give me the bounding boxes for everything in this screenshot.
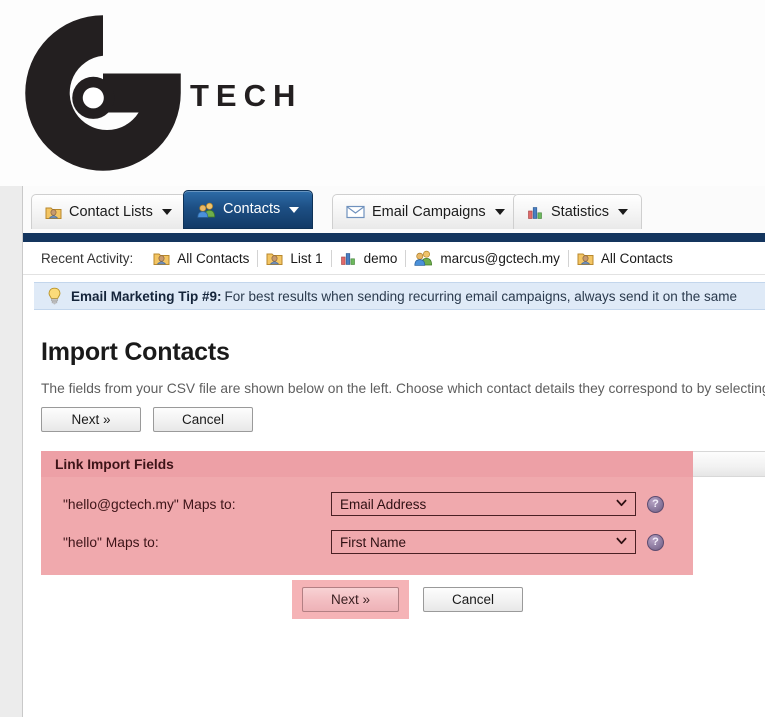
tip-heading: Email Marketing Tip #9:	[71, 288, 222, 304]
recent-item-label: All Contacts	[600, 250, 673, 266]
select-value: First Name	[340, 534, 407, 550]
panel-body: "hello@gctech.my" Maps to: Email Address…	[41, 477, 693, 575]
recent-item-all-contacts-1[interactable]: All Contacts	[153, 251, 257, 266]
tab-statistics[interactable]: Statistics	[513, 194, 643, 229]
contact-list-icon	[45, 207, 62, 219]
chevron-down-icon	[161, 209, 172, 215]
recent-activity-label: Recent Activity:	[41, 250, 134, 266]
link-import-fields-panel: Link Import Fields "hello@gctech.my" Map…	[41, 451, 693, 575]
envelope-icon	[346, 205, 365, 219]
cancel-button-top[interactable]: Cancel	[153, 407, 253, 432]
chevron-down-icon	[616, 537, 627, 545]
left-gutter	[0, 186, 22, 717]
recent-item-list-1[interactable]: List 1	[266, 251, 330, 266]
chevron-down-icon	[289, 206, 300, 213]
tab-bar-accent-band	[23, 233, 765, 242]
recent-item-label: demo	[363, 250, 398, 266]
contact-list-icon	[153, 253, 170, 265]
field-label: "hello" Maps to:	[63, 534, 159, 550]
field-label: "hello@gctech.my" Maps to:	[63, 496, 236, 512]
tab-label: Statistics	[551, 203, 610, 220]
tab-email-campaigns[interactable]: Email Campaigns	[332, 194, 519, 229]
contact-list-icon	[577, 253, 594, 265]
chevron-down-icon	[616, 499, 627, 507]
divider	[257, 249, 259, 267]
help-question-icon[interactable]: ?	[647, 533, 664, 551]
next-button-highlight: Next »	[292, 580, 409, 619]
app-window: TECH Contact Lists Contacts Email Campai…	[0, 0, 765, 717]
divider	[330, 249, 332, 267]
tab-label: Contacts	[223, 201, 281, 218]
tab-label: Contact Lists	[69, 203, 153, 220]
next-button-top[interactable]: Next »	[41, 407, 141, 432]
app-content-frame: Contact Lists Contacts Email Campaigns S…	[22, 186, 765, 717]
map-to-select-firstname[interactable]: First Name	[331, 530, 636, 554]
email-marketing-tip-banner: Email Marketing Tip #9: For best results…	[34, 282, 765, 310]
main-tab-bar: Contact Lists Contacts Email Campaigns S…	[23, 186, 765, 233]
lightbulb-icon	[48, 287, 61, 305]
chevron-down-icon	[618, 209, 629, 215]
recent-item-marcus[interactable]: marcus@gctech.my	[414, 250, 567, 266]
top-button-row: Next » Cancel	[41, 407, 253, 432]
chevron-down-icon	[494, 209, 505, 215]
divider	[405, 249, 407, 267]
brand-header: TECH	[0, 0, 765, 186]
contact-list-icon	[266, 253, 283, 265]
gtech-logo-icon	[25, 15, 181, 171]
recent-item-label: All Contacts	[177, 250, 250, 266]
bar-chart-icon	[528, 206, 542, 219]
next-button-bottom[interactable]: Next »	[302, 587, 399, 612]
page-description: The fields from your CSV file are shown …	[41, 381, 765, 396]
recent-item-label: List 1	[290, 250, 323, 266]
cancel-button-bottom[interactable]: Cancel	[423, 587, 523, 612]
map-to-select-email[interactable]: Email Address	[331, 492, 636, 516]
field-row: "hello@gctech.my" Maps to: Email Address…	[41, 485, 693, 523]
page-title: Import Contacts	[41, 338, 230, 366]
select-value: Email Address	[340, 496, 427, 512]
bar-chart-icon	[340, 252, 355, 265]
divider	[567, 249, 569, 267]
tip-body: For best results when sending recurring …	[224, 288, 738, 304]
tab-label: Email Campaigns	[372, 203, 486, 220]
help-question-icon[interactable]: ?	[647, 495, 664, 513]
recent-activity-bar: Recent Activity: All Contacts List 1 dem…	[23, 242, 765, 275]
panel-title: Link Import Fields	[41, 451, 693, 477]
recent-item-all-contacts-2[interactable]: All Contacts	[577, 251, 681, 266]
brand-wordmark: TECH	[190, 78, 303, 113]
contacts-people-icon	[197, 202, 215, 218]
bottom-button-row: Next » Cancel	[292, 580, 523, 619]
recent-item-demo[interactable]: demo	[340, 251, 406, 266]
contacts-people-icon	[414, 250, 433, 266]
tab-contact-lists[interactable]: Contact Lists	[31, 194, 186, 229]
recent-item-label: marcus@gctech.my	[440, 250, 560, 266]
tab-contacts[interactable]: Contacts	[183, 190, 314, 229]
field-row: "hello" Maps to: First Name ?	[41, 523, 693, 561]
